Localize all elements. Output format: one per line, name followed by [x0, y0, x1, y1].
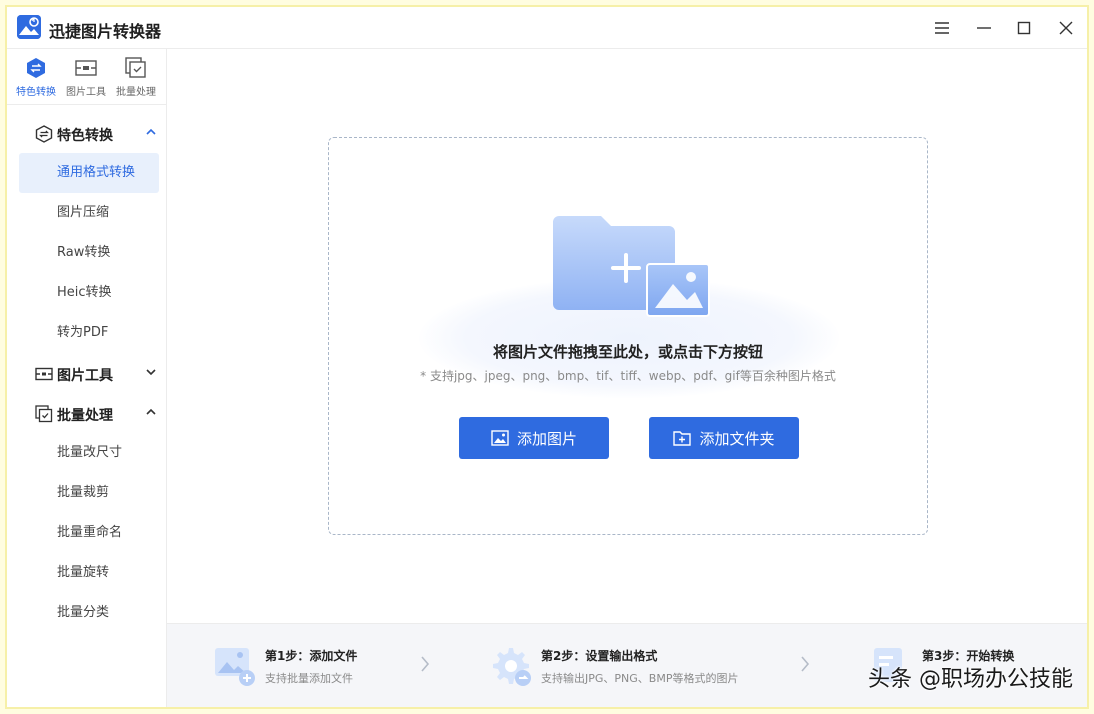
sidebar-item-to-pdf[interactable]: 转为PDF	[19, 313, 159, 353]
step-desc: 支持输出JPG、PNG、BMP等格式的图片	[541, 672, 739, 685]
tab-batch[interactable]: 批量处理	[111, 49, 161, 104]
chevron-down-icon	[146, 369, 156, 376]
top-tabs: 特色转换 图片工具 批量处理	[7, 49, 166, 105]
sidebar-item-batch-rename[interactable]: 批量重命名	[19, 513, 159, 553]
close-icon[interactable]	[1053, 15, 1079, 41]
sidebar-item-raw[interactable]: Raw转换	[19, 233, 159, 273]
watermark: 头条 @职场办公技能	[868, 667, 1073, 692]
drop-zone-title: 将图片文件拖拽至此处，或点击下方按钮	[492, 343, 763, 361]
sidebar-item-batch-classify[interactable]: 批量分类	[19, 593, 159, 633]
section-batch[interactable]: 批量处理	[7, 393, 167, 433]
convert-icon	[35, 125, 53, 143]
section-label: 批量处理	[57, 408, 113, 424]
sidebar-item-general-convert[interactable]: 通用格式转换	[19, 153, 159, 193]
drop-zone-formats: * 支持jpg、jpeg、png、bmp、tif、tiff、webp、pdf、g…	[420, 369, 836, 383]
tab-special-convert[interactable]: 特色转换	[11, 49, 61, 104]
steps-bar: 第1步：添加文件 支持批量添加文件 第2步：设置输出格式 支持输出JPG、PNG…	[167, 623, 1087, 707]
sidebar-item-heic[interactable]: Heic转换	[19, 273, 159, 313]
drop-zone[interactable]: 将图片文件拖拽至此处，或点击下方按钮 * 支持jpg、jpeg、png、bmp、…	[328, 137, 928, 535]
section-special-convert[interactable]: 特色转换	[7, 113, 167, 153]
title-bar: 迅捷图片转换器	[7, 7, 1087, 49]
sidebar-item-batch-rotate[interactable]: 批量旋转	[19, 553, 159, 593]
add-folder-button[interactable]: 添加文件夹	[649, 417, 799, 459]
app-window: 迅捷图片转换器 特色转换 图片工具 批量处理 特色转换 通用格式转换 图片压缩 …	[5, 5, 1089, 709]
sidebar-item-batch-resize[interactable]: 批量改尺寸	[19, 433, 159, 473]
add-image-button[interactable]: 添加图片	[459, 417, 609, 459]
chevron-right-icon	[421, 656, 430, 672]
image-icon	[491, 430, 509, 446]
tab-label: 特色转换	[16, 87, 56, 98]
settings-step-icon	[493, 648, 531, 686]
add-file-step-icon	[215, 648, 255, 686]
step-title: 第1步：添加文件	[265, 649, 358, 663]
step-title: 第2步：设置输出格式	[541, 649, 658, 663]
chevron-up-icon	[146, 408, 156, 415]
image-tools-icon	[35, 367, 53, 381]
chevron-right-icon	[801, 656, 810, 672]
folder-plus-icon	[673, 431, 692, 446]
chevron-up-icon	[146, 128, 156, 135]
section-label: 特色转换	[57, 128, 113, 144]
add-folder-illustration-icon	[553, 216, 710, 317]
app-title: 迅捷图片转换器	[49, 22, 162, 41]
maximize-icon[interactable]	[1011, 15, 1037, 41]
step-desc: 支持批量添加文件	[265, 672, 353, 685]
batch-icon	[35, 405, 53, 423]
section-image-tools[interactable]: 图片工具	[7, 353, 167, 393]
add-folder-label: 添加文件夹	[699, 429, 775, 448]
sidebar-item-batch-crop[interactable]: 批量裁剪	[19, 473, 159, 513]
tab-label: 图片工具	[66, 87, 106, 98]
batch-icon	[125, 57, 146, 78]
image-tools-icon	[75, 60, 97, 76]
menu-icon[interactable]	[929, 15, 955, 41]
sidebar: 特色转换 图片工具 批量处理 特色转换 通用格式转换 图片压缩 Raw转换 He…	[7, 49, 167, 707]
tab-image-tools[interactable]: 图片工具	[61, 49, 111, 104]
app-logo-icon	[17, 15, 41, 39]
add-image-label: 添加图片	[516, 429, 577, 448]
convert-icon	[27, 58, 45, 78]
tab-label: 批量处理	[116, 87, 156, 98]
minimize-icon[interactable]	[971, 15, 997, 41]
section-label: 图片工具	[57, 368, 113, 384]
sidebar-item-compress[interactable]: 图片压缩	[19, 193, 159, 233]
